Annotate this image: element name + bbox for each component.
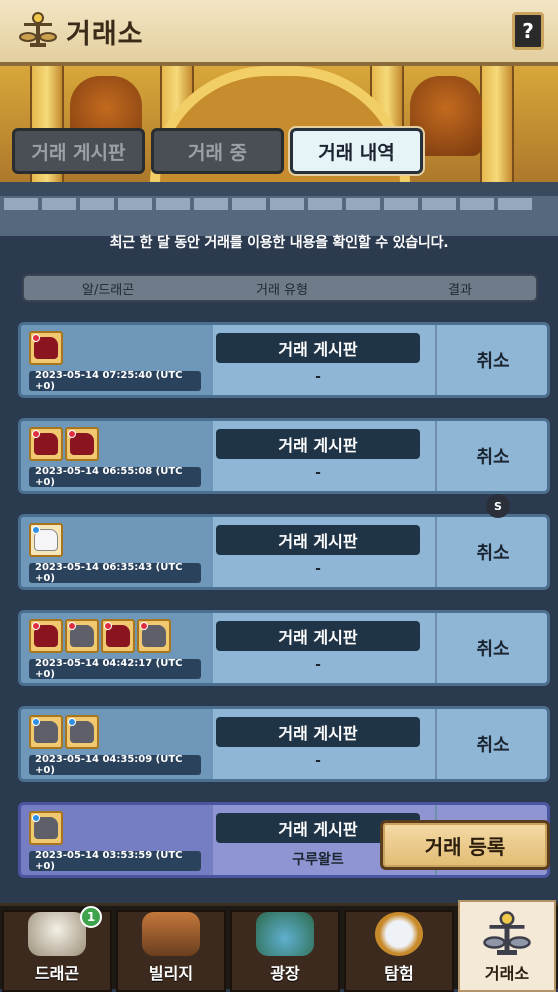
trade-detail: - [315,657,321,673]
trade-type: 거래 게시판 [216,429,420,459]
tab-trading[interactable]: 거래 중 [151,128,284,174]
dragon-egg-icon [29,331,63,365]
tab-trade-history[interactable]: 거래 내역 [290,128,423,174]
brick-strip [0,196,558,236]
tab-bar: 거래 게시판 거래 중 거래 내역 [12,128,423,174]
nav-explore[interactable]: 탐험 [344,910,454,992]
trade-result: 취소 [476,351,510,372]
timestamp: 2023-05-14 06:55:08 (UTC +0) [29,466,201,488]
nav-village[interactable]: 빌리지 [116,910,226,992]
timestamp: 2023-05-14 04:42:17 (UTC +0) [29,658,201,680]
info-text: 최근 한 달 동안 거래를 이용한 내용을 확인할 수 있습니다. [109,235,449,251]
timestamp: 2023-05-14 03:53:59 (UTC +0) [29,850,201,872]
history-row[interactable]: 2023-05-14 04:35:09 (UTC +0) 거래 게시판 - 취소 [18,706,550,782]
nav-exchange[interactable]: 거래소 [458,900,556,992]
exchange-scale-icon [19,12,57,47]
dragon-egg-icon [137,619,171,653]
trade-type: 거래 게시판 [216,525,420,555]
trade-result: 취소 [476,735,510,756]
timestamp: 2023-05-14 06:35:43 (UTC +0) [29,562,201,584]
help-button[interactable]: ? [512,12,544,50]
column-type: 거래 유형 [256,282,308,298]
trade-detail: - [315,465,321,481]
column-item: 알/드래곤 [82,282,135,298]
timestamp: 2023-05-14 07:25:40 (UTC +0) [29,370,201,392]
compass-icon [375,912,423,956]
trade-type: 거래 게시판 [216,333,420,363]
trade-result: 취소 [476,639,510,660]
s-badge[interactable]: S [486,494,510,518]
column-header: 알/드래곤 거래 유형 결과 [22,274,538,302]
trade-detail: - [315,561,321,577]
column-result: 결과 [448,282,472,298]
history-row[interactable]: 2023-05-14 07:25:40 (UTC +0) 거래 게시판 - 취소 [18,322,550,398]
trade-result: 취소 [476,447,510,468]
dragon-egg-icon [29,619,63,653]
exchange-icon [483,911,531,955]
dragon-egg-icon [65,619,99,653]
trade-result: 취소 [476,543,510,564]
trade-detail: - [315,753,321,769]
banner-pillar [480,66,514,196]
nav-plaza[interactable]: 광장 [230,910,340,992]
history-row[interactable]: 2023-05-14 04:42:17 (UTC +0) 거래 게시판 - 취소 [18,610,550,686]
dragon-egg-icon [101,619,135,653]
dragon-egg-icon [29,427,63,461]
trade-type: 거래 게시판 [216,717,420,747]
plaza-icon [256,912,314,956]
history-row[interactable]: 2023-05-14 06:55:08 (UTC +0) 거래 게시판 - 취소 [18,418,550,494]
timestamp: 2023-05-14 04:35:09 (UTC +0) [29,754,201,776]
history-list: 2023-05-14 07:25:40 (UTC +0) 거래 게시판 - 취소… [18,322,552,898]
dragon-egg-icon [29,715,63,749]
dragon-icon [28,912,86,956]
village-icon [142,912,200,956]
dragon-egg-icon [29,811,63,845]
dragon-egg-icon [29,523,63,557]
banner-wall [0,182,558,196]
history-row[interactable]: 2023-05-14 06:35:43 (UTC +0) 거래 게시판 - 취소 [18,514,550,590]
trade-type: 거래 게시판 [216,621,420,651]
app-header: 거래소 ? [0,0,558,66]
dragon-egg-icon [65,715,99,749]
nav-dragon[interactable]: 1 드래곤 [2,906,112,992]
register-trade-button[interactable]: 거래 등록 [380,820,550,870]
page-title: 거래소 [66,18,144,50]
trade-detail: - [315,369,321,385]
tab-trade-board[interactable]: 거래 게시판 [12,128,145,174]
notification-badge: 1 [80,906,102,928]
bottom-nav: 1 드래곤 빌리지 광장 탐험 거래소 [0,900,558,992]
dragon-egg-icon [65,427,99,461]
